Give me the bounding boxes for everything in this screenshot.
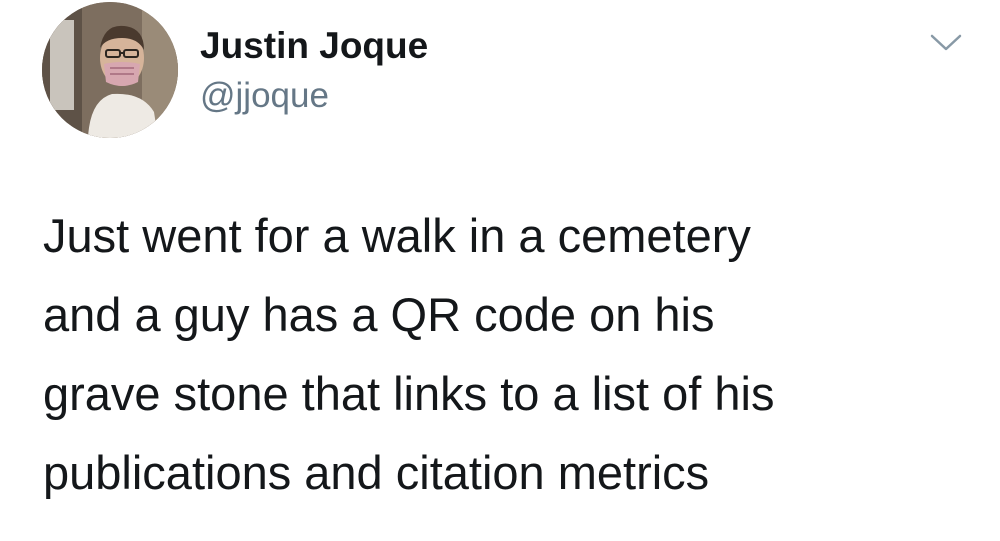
avatar-photo bbox=[42, 2, 178, 138]
tweet-text-line: publications and citation metrics bbox=[43, 446, 710, 499]
chevron-down-icon[interactable] bbox=[929, 32, 963, 54]
display-name[interactable]: Justin Joque bbox=[200, 24, 428, 68]
tweet-card: Justin Joque @jjoque Just went for a wal… bbox=[0, 0, 1000, 541]
author-block: Justin Joque @jjoque bbox=[200, 24, 428, 118]
user-handle[interactable]: @jjoque bbox=[200, 74, 428, 118]
tweet-text-line: grave stone that links to a list of his bbox=[43, 367, 775, 420]
tweet-text: Just went for a walk in a cemetery and a… bbox=[43, 196, 963, 512]
tweet-text-line: and a guy has a QR code on his bbox=[43, 288, 715, 341]
avatar[interactable] bbox=[42, 2, 178, 138]
tweet-text-line: Just went for a walk in a cemetery bbox=[43, 209, 751, 262]
